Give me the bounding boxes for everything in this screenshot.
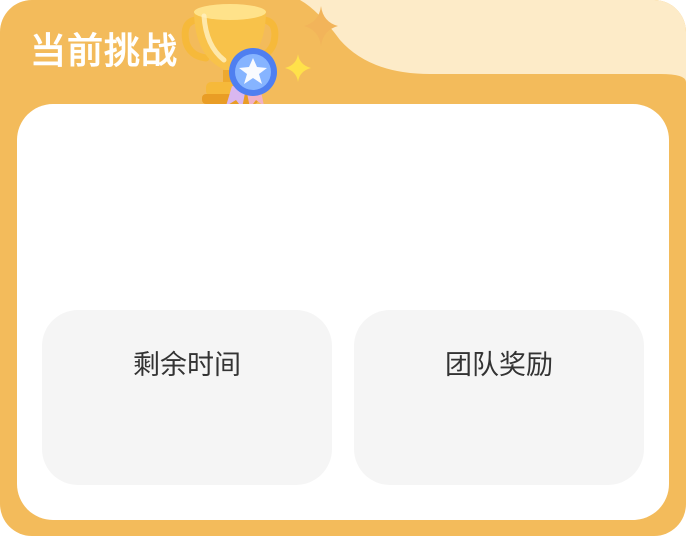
challenge-card: 当前挑战 剩余时间 团队奖励 bbox=[0, 0, 686, 536]
challenge-content-panel: 剩余时间 团队奖励 bbox=[17, 104, 669, 520]
sparkle-icon bbox=[304, 6, 338, 46]
trophy-medal-icon bbox=[181, 4, 279, 108]
remaining-time-label: 剩余时间 bbox=[133, 350, 241, 381]
page-title: 当前挑战 bbox=[30, 31, 179, 72]
team-reward-box: 团队奖励 bbox=[354, 310, 644, 485]
sparkle-icon bbox=[285, 54, 311, 82]
remaining-time-box: 剩余时间 bbox=[42, 310, 332, 485]
team-reward-label: 团队奖励 bbox=[445, 350, 553, 381]
